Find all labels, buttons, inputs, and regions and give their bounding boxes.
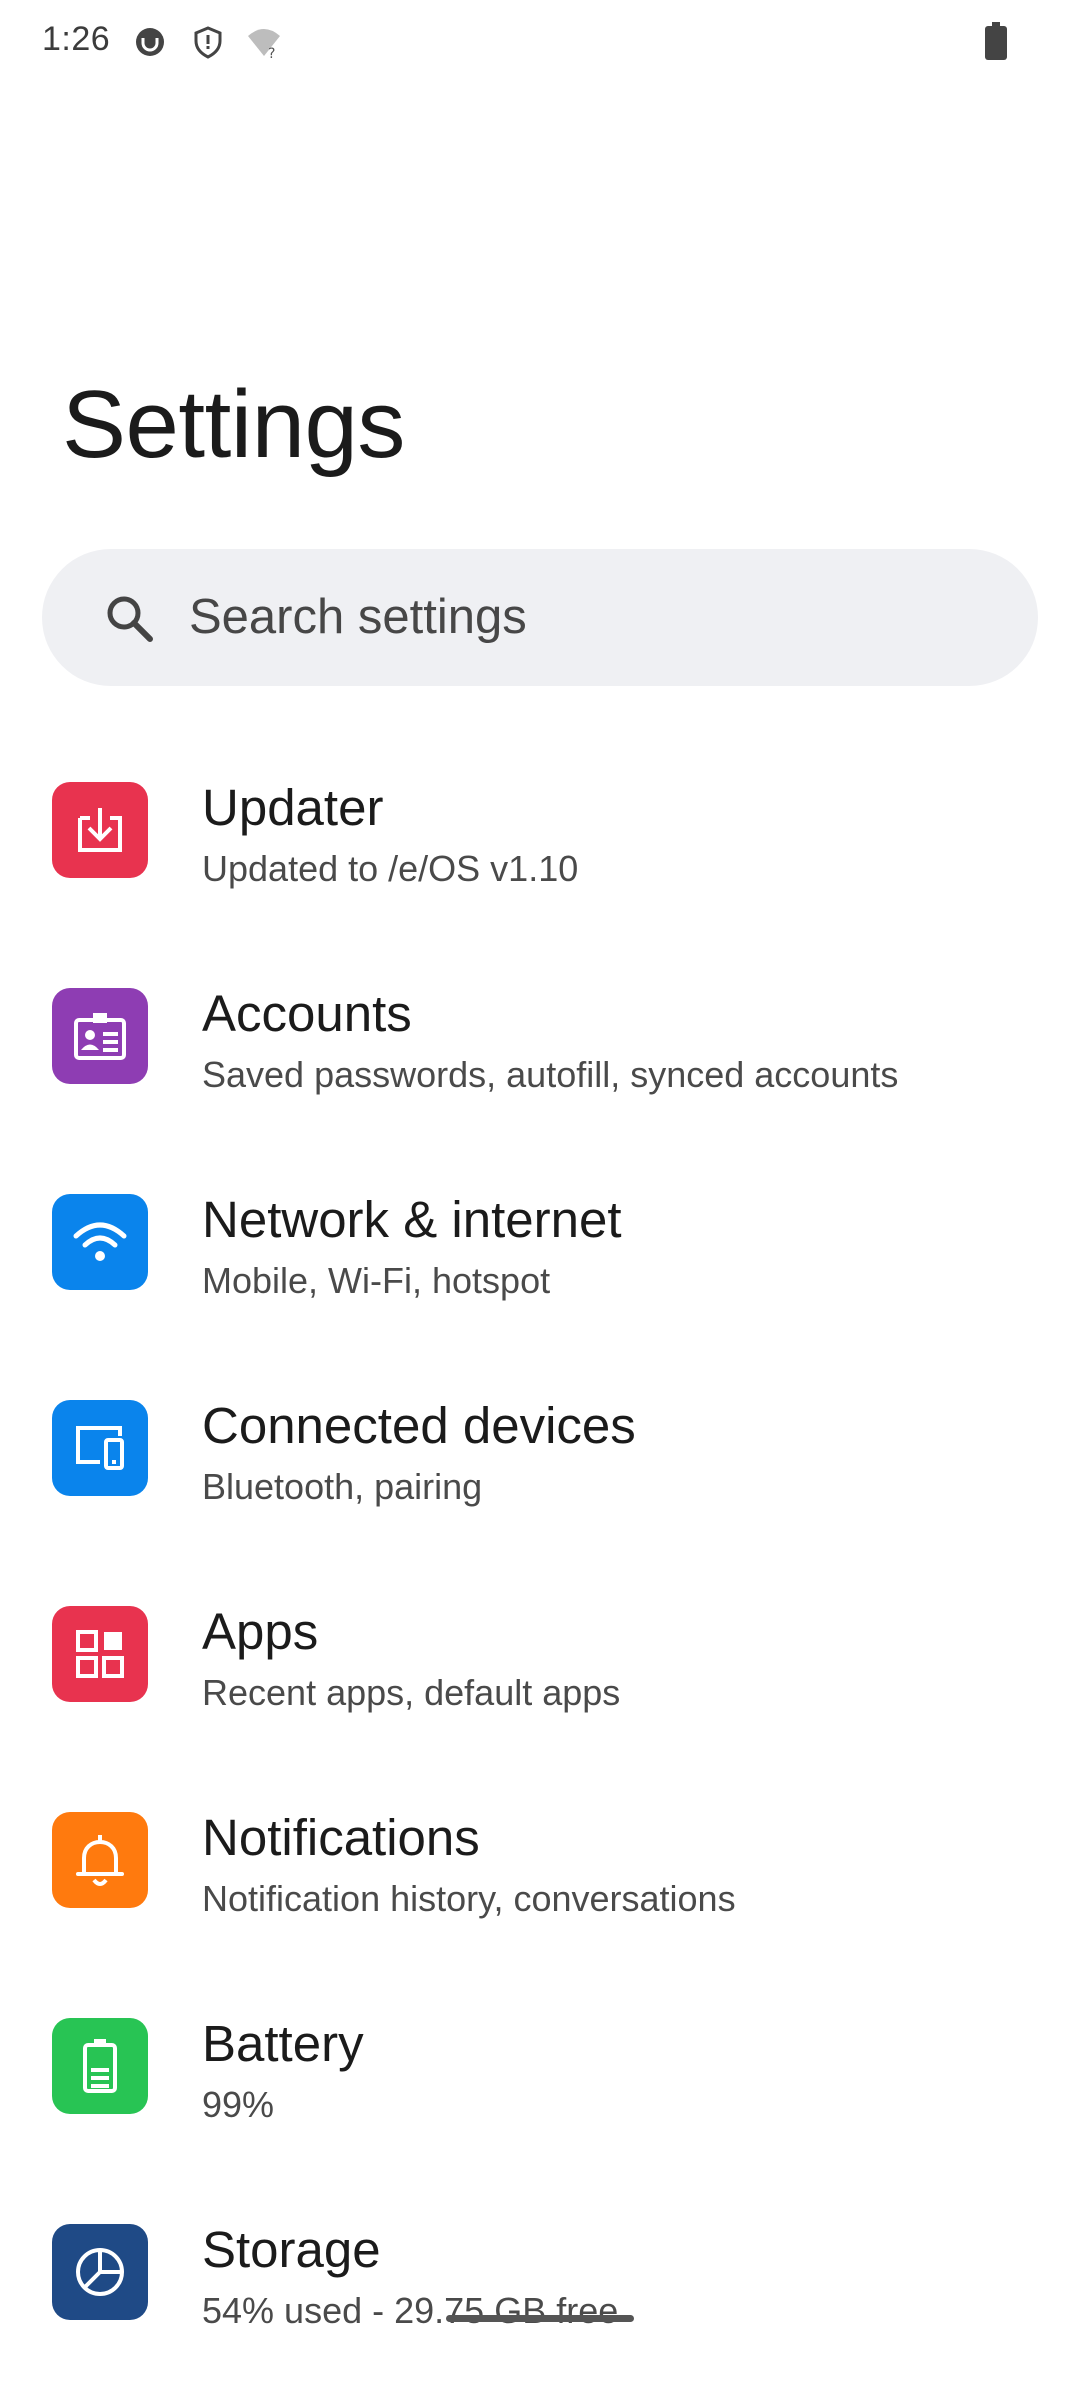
vpn-shield-icon	[194, 26, 222, 59]
page-title: Settings	[62, 371, 405, 478]
search-bar[interactable]: Search settings	[42, 549, 1038, 686]
settings-item-title: Connected devices	[202, 1397, 636, 1454]
battery-icon	[985, 22, 1007, 60]
wifi-icon	[52, 1194, 148, 1290]
search-placeholder: Search settings	[189, 590, 527, 644]
settings-item-summary: Recent apps, default apps	[202, 1672, 621, 1713]
notification-app-icon	[136, 28, 164, 56]
wifi-unknown-icon: ?	[248, 29, 280, 60]
bell-icon	[52, 1812, 148, 1908]
apps-grid-icon	[52, 1606, 148, 1702]
search-icon	[107, 596, 153, 642]
settings-item-summary: 99%	[202, 2084, 275, 2125]
settings-item-summary: Saved passwords, autofill, synced accoun…	[202, 1054, 899, 1095]
settings-item-title: Battery	[202, 2015, 364, 2072]
settings-list: Updater Updated to /e/OS v1.10 Accounts …	[0, 752, 1080, 2400]
updater-icon	[52, 782, 148, 878]
gesture-nav-handle[interactable]	[446, 2315, 634, 2322]
status-bar: 1:26 ?	[0, 0, 1080, 84]
battery-icon	[52, 2018, 148, 2114]
settings-item-updater[interactable]: Updater Updated to /e/OS v1.10	[0, 752, 1080, 958]
settings-item-title: Updater	[202, 779, 384, 836]
svg-text:?: ?	[268, 46, 275, 60]
status-time: 1:26	[42, 20, 111, 58]
settings-item-accounts[interactable]: Accounts Saved passwords, autofill, sync…	[0, 958, 1080, 1164]
settings-item-summary: 54% used - 29.75 GB free	[202, 2290, 619, 2331]
settings-item-apps[interactable]: Apps Recent apps, default apps	[0, 1576, 1080, 1782]
settings-item-storage[interactable]: Storage 54% used - 29.75 GB free	[0, 2194, 1080, 2400]
storage-pie-icon	[52, 2224, 148, 2320]
settings-item-title: Notifications	[202, 1809, 480, 1866]
settings-item-battery[interactable]: Battery 99%	[0, 1988, 1080, 2194]
devices-icon	[52, 1400, 148, 1496]
settings-item-summary: Notification history, conversations	[202, 1878, 736, 1919]
accounts-icon	[52, 988, 148, 1084]
settings-item-title: Accounts	[202, 985, 412, 1042]
settings-item-title: Storage	[202, 2221, 381, 2278]
settings-item-title: Network & internet	[202, 1191, 622, 1248]
settings-item-title: Apps	[202, 1603, 319, 1660]
settings-item-network[interactable]: Network & internet Mobile, Wi‑Fi, hotspo…	[0, 1164, 1080, 1370]
settings-item-summary: Updated to /e/OS v1.10	[202, 848, 579, 889]
settings-item-summary: Bluetooth, pairing	[202, 1466, 483, 1507]
settings-item-connected-devices[interactable]: Connected devices Bluetooth, pairing	[0, 1370, 1080, 1576]
settings-item-summary: Mobile, Wi‑Fi, hotspot	[202, 1260, 551, 1301]
settings-item-notifications[interactable]: Notifications Notification history, conv…	[0, 1782, 1080, 1988]
